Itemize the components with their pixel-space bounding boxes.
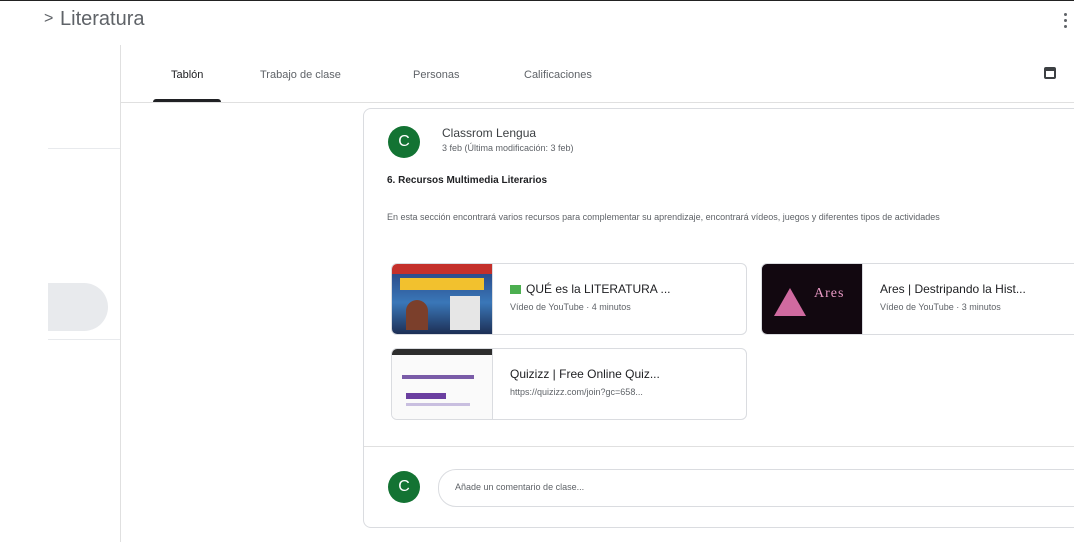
post-description: En esta sección encontrará varios recurs… xyxy=(387,212,940,222)
comment-divider xyxy=(364,446,1074,447)
top-bar: > Literatura xyxy=(0,0,1074,41)
attachment-title: Ares | Destripando la Hist... xyxy=(880,282,1026,296)
side-navigation xyxy=(48,45,120,542)
calendar-icon[interactable] xyxy=(1044,67,1056,79)
attachment-link-quizizz[interactable]: Quizizz | Free Online Quiz... https://qu… xyxy=(391,348,747,420)
attachment-url: https://quizizz.com/join?gc=658... xyxy=(510,387,643,397)
author-avatar: C xyxy=(388,126,420,158)
breadcrumb-chevron-icon: > xyxy=(44,10,54,27)
more-options-icon[interactable] xyxy=(1064,13,1068,28)
attachment-video-ares[interactable]: Ares Ares | Destripando la Hist... Vídeo… xyxy=(761,263,1074,335)
tab-tablon[interactable]: Tablón xyxy=(152,45,223,102)
tab-personas[interactable]: Personas xyxy=(413,45,459,102)
post-title: 6. Recursos Multimedia Literarios xyxy=(387,175,548,186)
attachment-video-literatura[interactable]: QUÉ es la LITERATURA ... Vídeo de YouTub… xyxy=(391,263,747,335)
attachment-subtitle: Vídeo de YouTube · 3 minutos xyxy=(880,302,1001,312)
video-thumbnail xyxy=(392,264,493,334)
post-date: 3 feb (Última modificación: 3 feb) xyxy=(442,143,574,153)
attachment-title: Quizizz | Free Online Quiz... xyxy=(510,367,660,381)
post-author: Classrom Lengua xyxy=(442,126,537,140)
attachment-title: QUÉ es la LITERATURA ... xyxy=(510,282,670,296)
thumbnail-logo-text: Ares xyxy=(814,286,845,301)
tab-trabajo-de-clase[interactable]: Trabajo de clase xyxy=(260,45,341,102)
class-comment-input[interactable]: Añade un comentario de clase... xyxy=(438,469,1074,507)
attachment-subtitle: Vídeo de YouTube · 4 minutos xyxy=(510,302,631,312)
video-thumbnail: Ares xyxy=(762,264,863,334)
user-avatar: C xyxy=(388,471,420,503)
comment-placeholder: Añade un comentario de clase... xyxy=(455,482,585,492)
link-thumbnail xyxy=(392,349,493,419)
nav-divider xyxy=(48,339,120,340)
book-emoji-icon xyxy=(510,285,521,294)
tab-calificaciones[interactable]: Calificaciones xyxy=(524,45,592,102)
post-card: C Classrom Lengua 3 feb (Última modifica… xyxy=(363,108,1074,528)
course-title[interactable]: Literatura xyxy=(60,8,145,31)
class-tabs: Tablón Trabajo de clase Personas Calific… xyxy=(121,45,1074,103)
nav-divider xyxy=(48,148,120,149)
sidebar-divider xyxy=(120,45,121,542)
sidebar-item-active[interactable] xyxy=(48,283,108,331)
